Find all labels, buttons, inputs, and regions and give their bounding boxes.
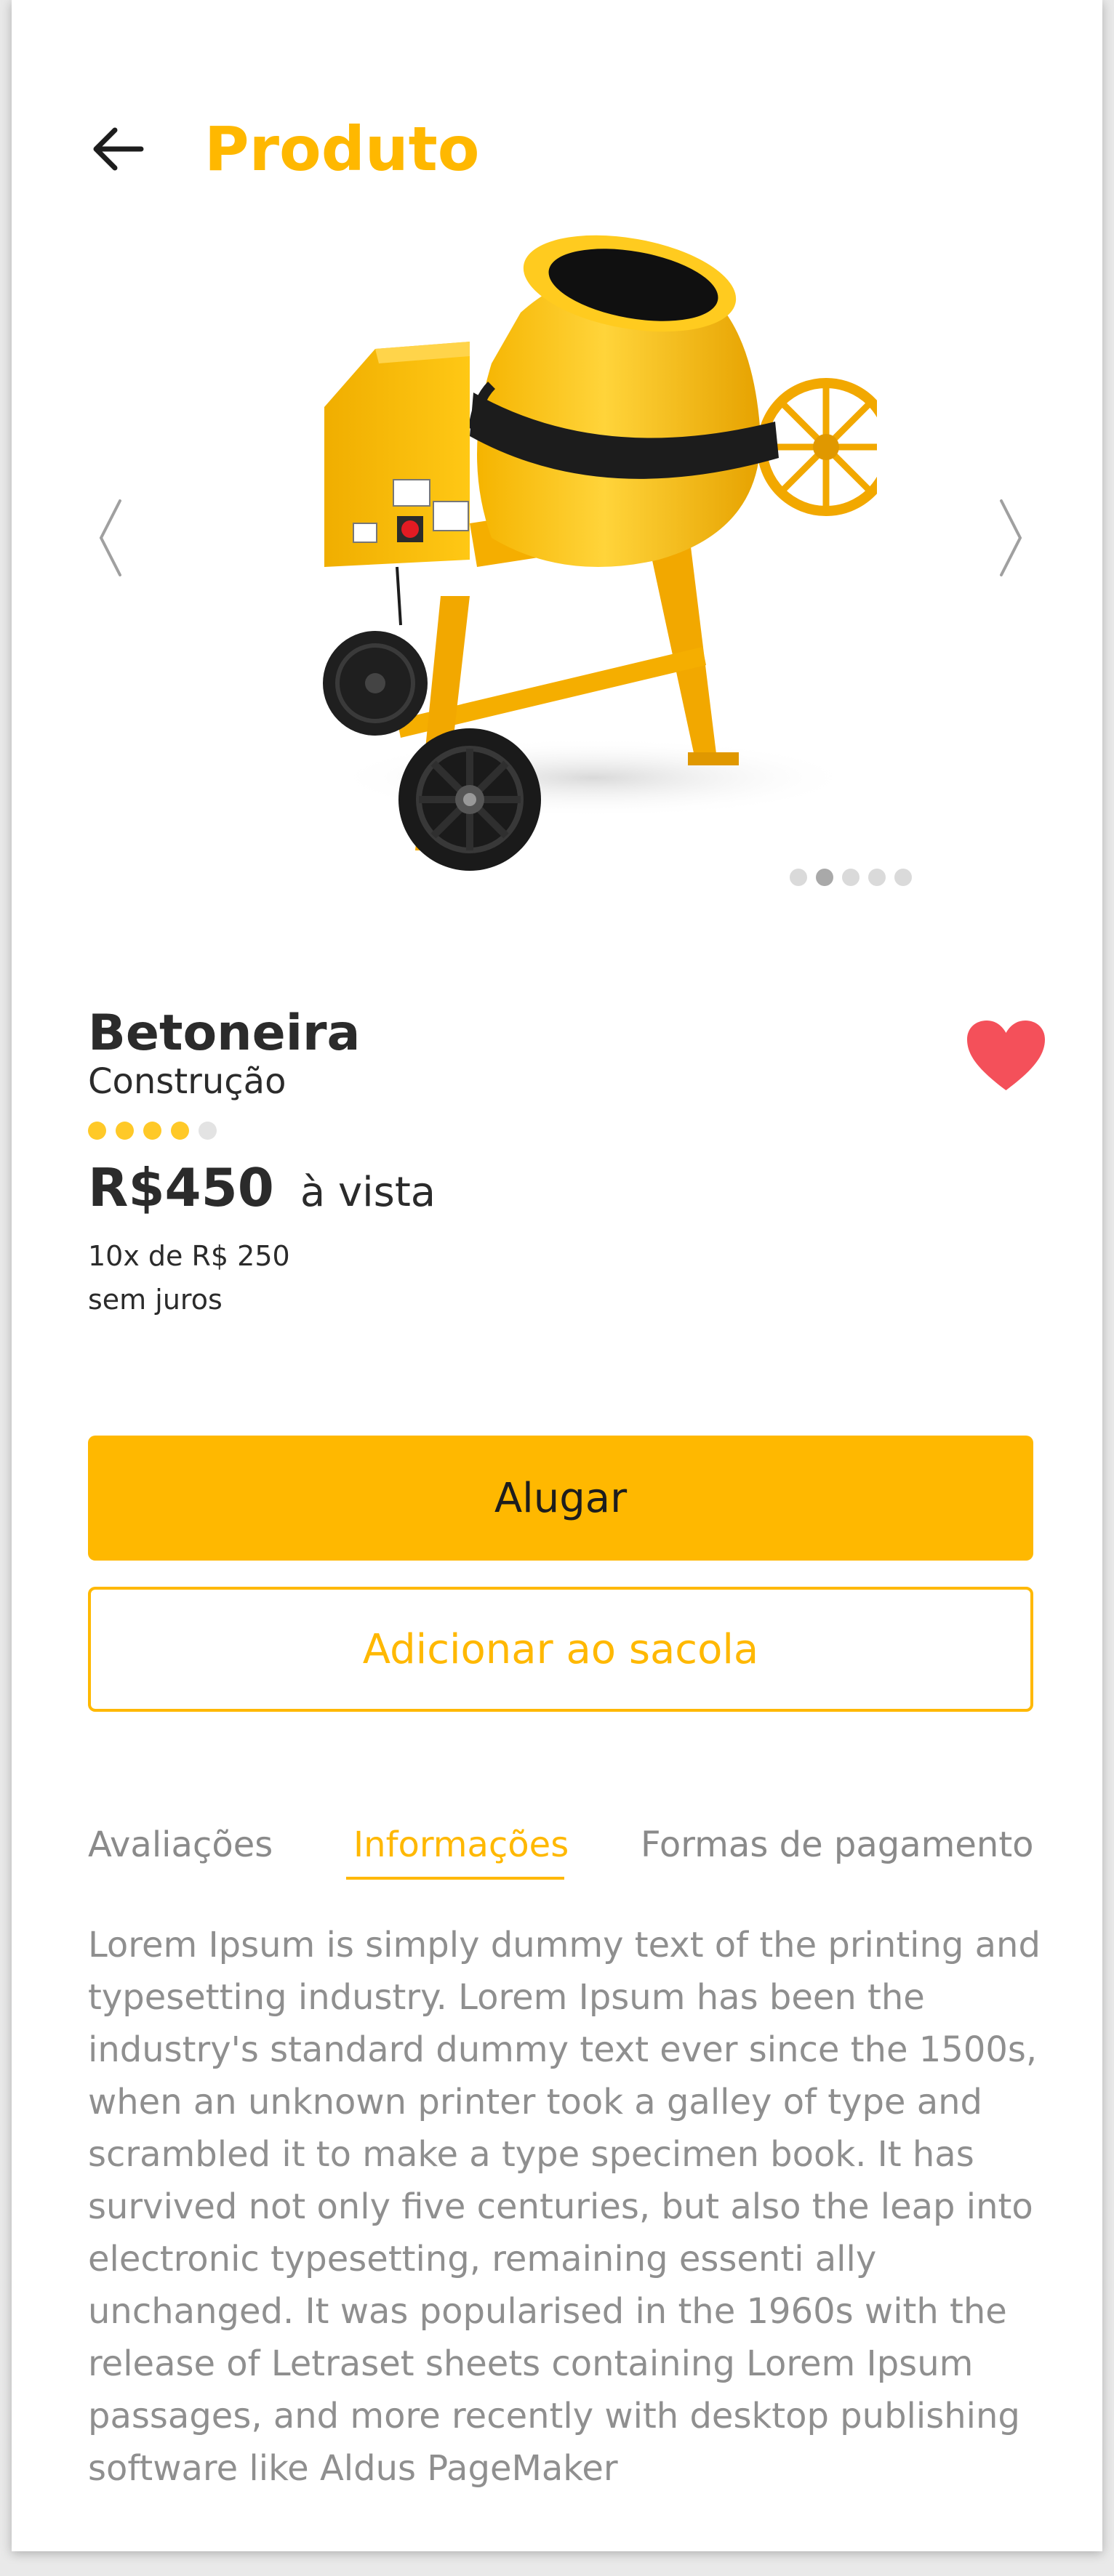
price-mode: à vista bbox=[300, 1168, 436, 1216]
header: Produto bbox=[92, 102, 480, 196]
add-to-bag-button[interactable]: Adicionar ao sacola bbox=[88, 1587, 1033, 1712]
carousel-prev-button[interactable] bbox=[81, 494, 139, 581]
carousel-dot-active[interactable] bbox=[816, 869, 833, 886]
carousel-dot[interactable] bbox=[842, 869, 859, 886]
carousel-dot[interactable] bbox=[868, 869, 886, 886]
carousel-dots bbox=[790, 869, 912, 886]
carousel-dot[interactable] bbox=[894, 869, 912, 886]
image-carousel[interactable] bbox=[12, 218, 1102, 916]
arrow-left-icon bbox=[93, 127, 144, 171]
product-screen: Produto Betoneira Construção R$450 à vis… bbox=[12, 0, 1102, 2551]
page-title: Produto bbox=[204, 113, 480, 185]
rating-star-filled bbox=[116, 1121, 134, 1140]
rent-button[interactable]: Alugar bbox=[88, 1436, 1033, 1561]
rating-star-filled bbox=[143, 1121, 161, 1140]
product-info: Betoneira Construção R$450 à vista 10x d… bbox=[88, 1005, 1048, 1323]
back-button[interactable] bbox=[92, 102, 172, 196]
chevron-left-icon bbox=[99, 499, 121, 576]
rating-star-filled bbox=[171, 1121, 189, 1140]
favorite-button[interactable] bbox=[964, 1018, 1048, 1094]
info-tabs: Avaliações Informações Formas de pagamen… bbox=[88, 1824, 1048, 1883]
installments-amount: 10x de R$ 250 bbox=[88, 1239, 290, 1272]
product-category: Construção bbox=[88, 1060, 286, 1102]
rating-stars bbox=[88, 1121, 1048, 1140]
price-row: R$450 à vista bbox=[88, 1157, 1048, 1218]
tab-reviews[interactable]: Avaliações bbox=[88, 1824, 273, 1865]
product-image bbox=[323, 235, 877, 871]
active-tab-indicator bbox=[346, 1877, 564, 1880]
product-price: R$450 bbox=[88, 1156, 274, 1218]
carousel-next-button[interactable] bbox=[982, 494, 1041, 581]
product-name: Betoneira bbox=[88, 1005, 361, 1062]
heart-icon bbox=[967, 1021, 1045, 1090]
product-description: Lorem Ipsum is simply dummy text of the … bbox=[88, 1925, 1041, 2489]
installments: 10x de R$ 250 sem juros bbox=[88, 1234, 1048, 1323]
tab-information[interactable]: Informações bbox=[353, 1824, 569, 1865]
carousel-dot[interactable] bbox=[790, 869, 807, 886]
tab-payment-methods[interactable]: Formas de pagamento bbox=[641, 1824, 1034, 1865]
installments-note: sem juros bbox=[88, 1284, 223, 1316]
rating-star-filled bbox=[88, 1121, 106, 1140]
chevron-right-icon bbox=[1000, 499, 1022, 576]
rating-star-empty bbox=[199, 1121, 217, 1140]
